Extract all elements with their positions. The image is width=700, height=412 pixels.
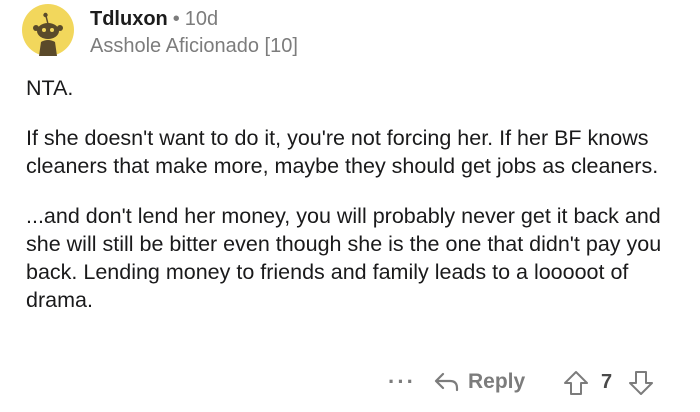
user-flair: Asshole Aficionado [10] xyxy=(90,35,298,57)
comment-paragraph: ...and don't lend her money, you will pr… xyxy=(26,204,662,312)
comment-body: NTA. If she doesn't want to do it, you'r… xyxy=(26,74,686,336)
reply-label: Reply xyxy=(468,370,526,393)
downvote-arrow-icon xyxy=(629,371,653,395)
downvote-button[interactable] xyxy=(628,370,654,401)
upvote-arrow-icon xyxy=(564,371,588,395)
comment-age: 10d xyxy=(184,8,219,30)
more-options-button[interactable]: ··· xyxy=(388,371,416,393)
snoo-avatar-icon xyxy=(22,4,74,56)
vote-score: 7 xyxy=(601,371,613,393)
comment-paragraph: NTA. xyxy=(26,76,74,100)
username[interactable]: Tdluxon xyxy=(90,8,168,30)
reply-arrow-icon xyxy=(434,372,459,392)
avatar[interactable] xyxy=(22,4,74,56)
comment-meta: Tdluxon • 10d xyxy=(90,6,218,32)
upvote-button[interactable] xyxy=(563,370,589,401)
comment-paragraph: If she doesn't want to do it, you're not… xyxy=(26,126,659,178)
comment: Tdluxon • 10d Asshole Aficionado [10] NTA.… xyxy=(0,0,700,412)
meta-separator: • xyxy=(172,8,180,30)
comment-actions: ··· Reply 7 xyxy=(380,366,690,398)
reply-button[interactable]: Reply xyxy=(434,366,525,398)
